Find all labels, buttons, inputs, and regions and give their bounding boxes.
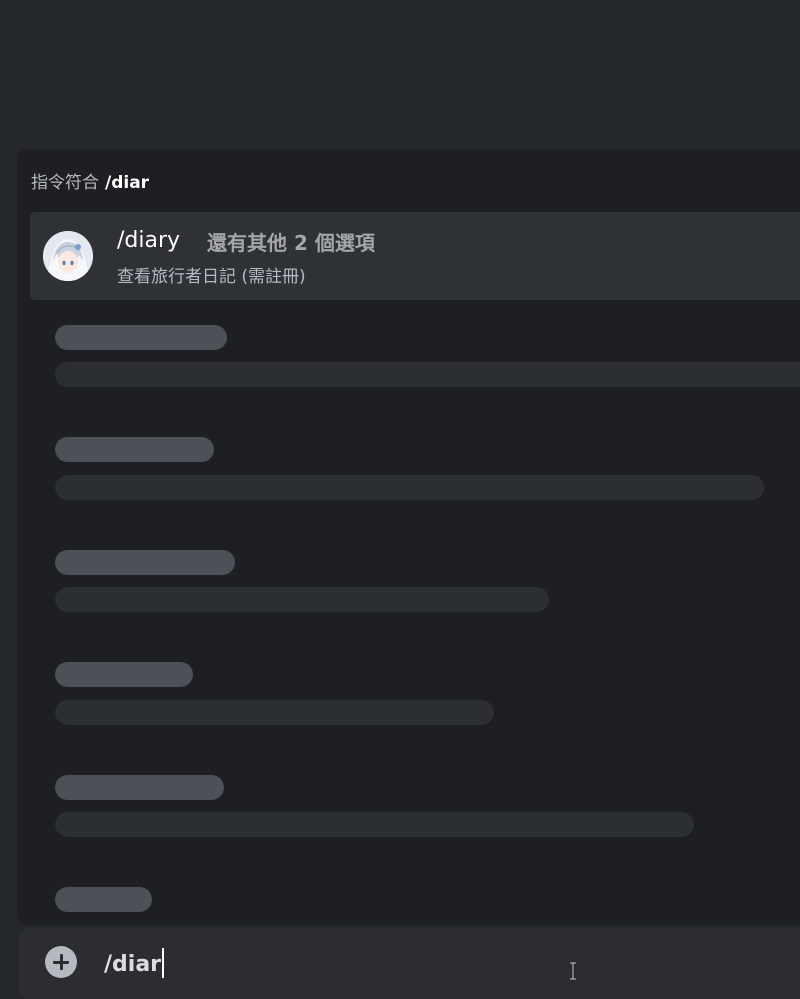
command-autocomplete-popup: 指令符合/diar /diary 還有其他 2 個選項 查看旅行者日記 (需註冊…: [17, 149, 800, 925]
bot-avatar-icon: [43, 231, 93, 281]
skeleton-line: [55, 587, 549, 612]
skeleton-line: [55, 362, 800, 387]
text-caret: [162, 948, 165, 978]
plus-circle-icon[interactable]: [45, 946, 77, 978]
message-input-value: /diar: [104, 952, 162, 977]
skeleton-title: [55, 325, 227, 350]
message-input[interactable]: /diar: [104, 948, 165, 978]
message-input-bar: /diar: [19, 928, 800, 999]
chat-window: 指令符合/diar /diary 還有其他 2 個選項 查看旅行者日記 (需註冊…: [0, 0, 800, 999]
ibeam-cursor-icon: [570, 962, 576, 980]
autocomplete-header-query: /diar: [105, 173, 150, 193]
skeleton-line: [55, 812, 694, 837]
skeleton-title: [55, 887, 152, 912]
command-description: 查看旅行者日記 (需註冊): [117, 267, 306, 287]
skeleton-title: [55, 775, 224, 800]
skeleton-title: [55, 550, 235, 575]
skeleton-title: [55, 437, 214, 462]
more-options-label: 還有其他 2 個選項: [207, 231, 375, 255]
skeleton-line: [55, 475, 764, 500]
skeleton-title: [55, 662, 193, 687]
command-name: /diary: [117, 228, 181, 253]
skeleton-line: [55, 700, 494, 725]
autocomplete-header: 指令符合/diar: [31, 168, 149, 193]
autocomplete-header-label: 指令符合: [31, 173, 99, 193]
command-option-diary[interactable]: /diary 還有其他 2 個選項 查看旅行者日記 (需註冊): [30, 212, 800, 300]
